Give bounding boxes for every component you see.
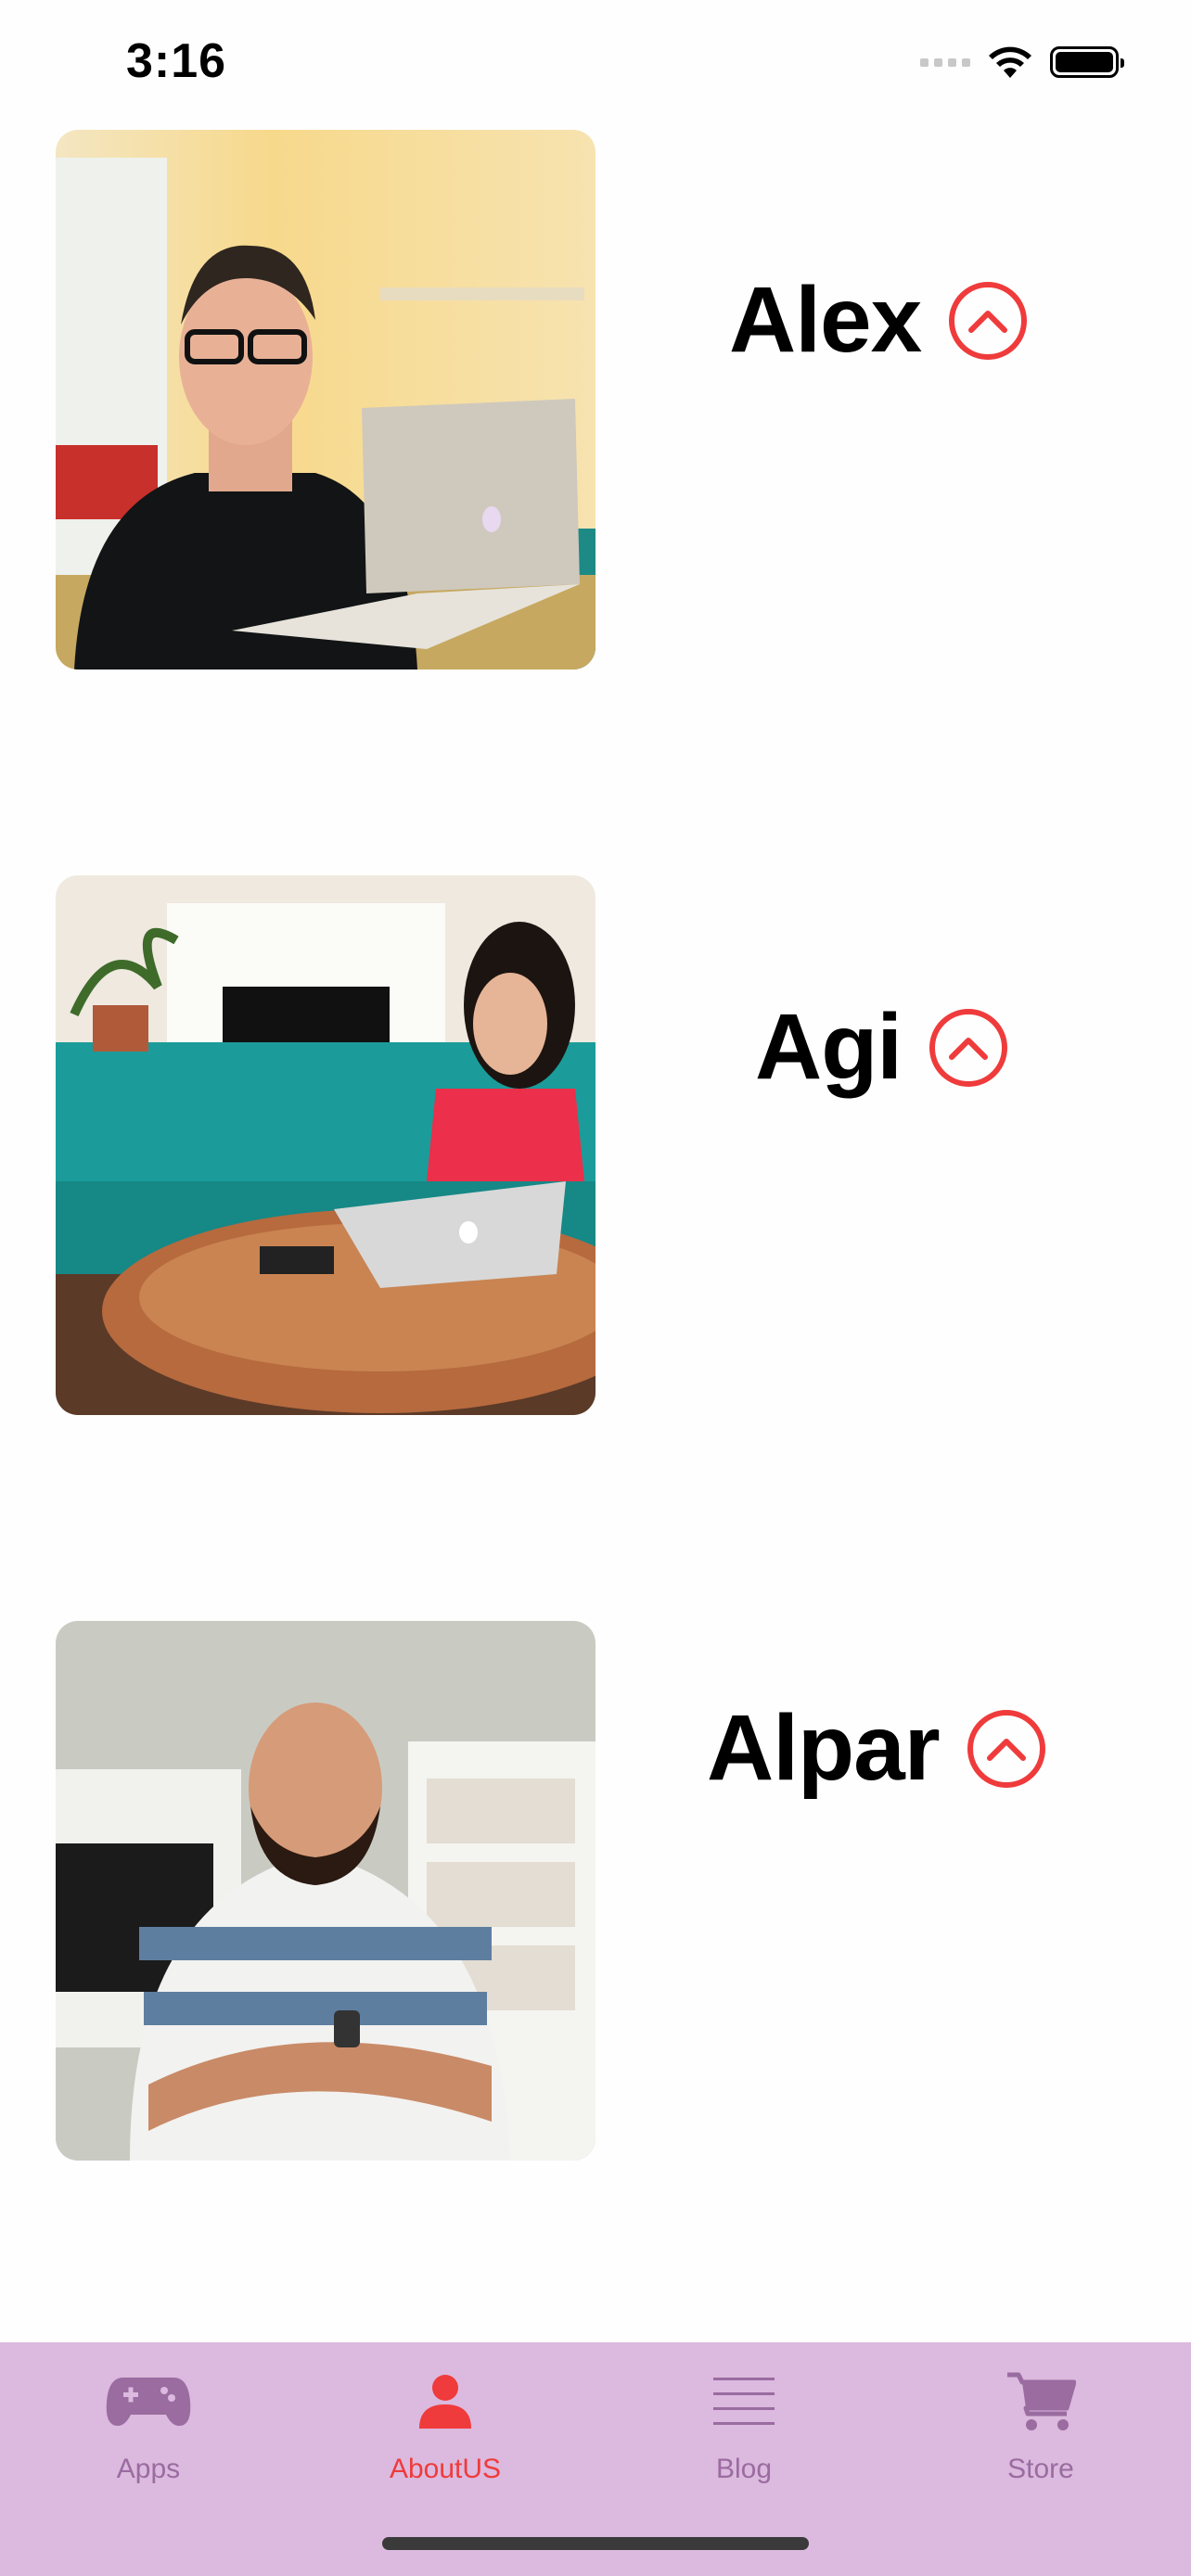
name-row-alpar: Alpar [707, 1695, 1045, 1802]
status-icons [920, 45, 1124, 80]
home-indicator [382, 2537, 809, 2550]
profile-card-alpar: Alpar [0, 1621, 1191, 2161]
tab-label: AboutUS [389, 2454, 502, 2484]
tab-apps[interactable]: Apps [56, 2365, 241, 2485]
chevron-up-icon [968, 310, 1008, 333]
tab-blog[interactable]: Blog [651, 2365, 837, 2485]
member-name: Alpar [707, 1696, 941, 1800]
expand-button[interactable] [949, 281, 1028, 360]
gamepad-icon [106, 2378, 191, 2426]
chevron-up-icon [949, 1037, 989, 1060]
tab-label: Apps [116, 2454, 181, 2484]
battery-icon [1050, 46, 1124, 78]
name-row-alex: Alex [729, 267, 1028, 374]
expand-button[interactable] [967, 1709, 1045, 1788]
wifi-icon [989, 46, 1031, 78]
tab-aboutus[interactable]: AboutUS [352, 2365, 538, 2485]
member-name: Alex [729, 268, 922, 372]
tab-store[interactable]: Store [948, 2365, 1133, 2485]
member-name: Agi [755, 995, 903, 1099]
expand-button[interactable] [929, 1008, 1008, 1087]
cellular-signal-icon [920, 57, 970, 67]
status-time: 3:16 [126, 34, 227, 88]
list-icon [713, 2378, 775, 2425]
profile-photo-agi [56, 875, 596, 1415]
profile-card-agi: Agi [0, 875, 1191, 1415]
tab-label: Blog [715, 2454, 773, 2484]
profile-photo-alex [56, 130, 596, 670]
profile-photo-alpar [56, 1621, 596, 2161]
chevron-up-icon [986, 1738, 1026, 1761]
person-icon [419, 2375, 471, 2429]
cart-icon [1007, 2372, 1076, 2430]
name-row-agi: Agi [755, 994, 1008, 1101]
profile-card-alex: Alex [0, 130, 1191, 670]
tab-label: Store [1007, 2454, 1074, 2484]
